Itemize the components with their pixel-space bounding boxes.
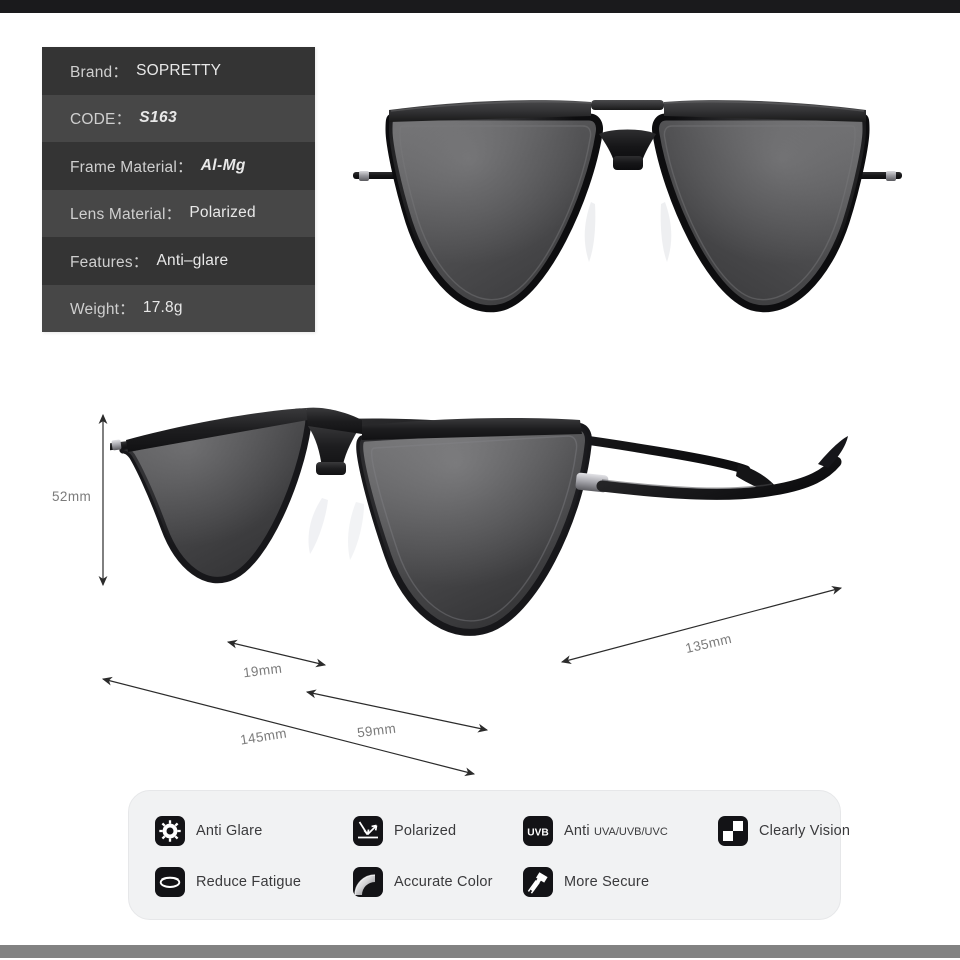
- spec-value: Al-Mg: [200, 156, 246, 174]
- hammer-icon: [523, 866, 553, 897]
- spec-label: Weight：: [70, 301, 135, 319]
- spec-row: Brand： SOPRETTY: [42, 47, 315, 95]
- color-arc-icon: [353, 866, 383, 897]
- feature-panel: Anti Glare Polarized UVB Anti UVA/UVB/UV…: [128, 790, 850, 921]
- feature-label: More Secure: [564, 873, 650, 890]
- feature-label: Anti Glare: [196, 822, 263, 839]
- spec-value: 17.8g: [142, 299, 183, 317]
- feature-label: Polarized: [394, 822, 457, 839]
- polarized-icon: [353, 815, 383, 846]
- dimension-line-frame-width: [101, 676, 476, 777]
- spec-value: SOPRETTY: [136, 61, 222, 79]
- feature-grid: Anti Glare Polarized UVB Anti UVA/UVB/UV…: [129, 791, 850, 921]
- product-photo-front: [345, 72, 910, 322]
- spec-value: Polarized: [189, 204, 256, 222]
- uvb-badge-icon: UVB: [523, 815, 553, 846]
- bottom-accent-bar: [0, 945, 960, 958]
- feature-item-anti-glare: Anti Glare: [155, 805, 353, 856]
- feature-label: Clearly Vision: [759, 822, 851, 839]
- eye-icon: [155, 866, 185, 897]
- feature-item-polarized: Polarized: [353, 805, 523, 856]
- dimension-label-height: 52mm: [52, 489, 92, 504]
- spec-label: CODE：: [70, 111, 132, 129]
- feature-label: Accurate Color: [394, 873, 493, 890]
- feature-item-more-secure: More Secure: [523, 856, 718, 907]
- feature-label: Reduce Fatigue: [196, 873, 302, 890]
- dimension-line-lens-width: [305, 689, 489, 733]
- spec-label: Frame Material：: [70, 158, 193, 176]
- spec-label: Brand：: [70, 63, 129, 81]
- spec-row: Frame Material： Al-Mg: [42, 142, 315, 190]
- feature-item-clearly-vision: Clearly Vision: [718, 805, 868, 856]
- feature-label: Anti UVA/UVB/UVC: [564, 823, 668, 839]
- product-photo-angle: [104, 390, 850, 680]
- top-accent-bar: [0, 0, 960, 13]
- spec-value: Anti–glare: [156, 251, 229, 269]
- spec-label: Lens Material：: [70, 206, 182, 224]
- spec-row: Features： Anti–glare: [42, 237, 315, 285]
- sun-anti-glare-icon: [155, 815, 185, 846]
- dimension-label-frame-width: 145mm: [239, 725, 288, 748]
- spec-value: S163: [139, 109, 178, 127]
- spec-row: Weight： 17.8g: [42, 284, 315, 332]
- uvb-badge-text: UVB: [527, 827, 549, 838]
- feature-item-accurate-color: Accurate Color: [353, 856, 523, 907]
- dimension-label-lens-width: 59mm: [356, 720, 397, 741]
- feature-label-main: Anti: [564, 822, 595, 839]
- spec-label: Features：: [70, 253, 149, 271]
- spec-row: Lens Material： Polarized: [42, 189, 315, 237]
- spec-row: CODE： S163: [42, 94, 315, 142]
- feature-item-reduce-fatigue: Reduce Fatigue: [155, 856, 353, 907]
- feature-item-anti-uv: UVB Anti UVA/UVB/UVC: [523, 805, 718, 856]
- spec-table: Brand： SOPRETTY CODE： S163 Frame Materia…: [42, 47, 315, 332]
- feature-label-sub: UVA/UVB/UVC: [594, 825, 668, 838]
- checkerboard-icon: [718, 815, 748, 846]
